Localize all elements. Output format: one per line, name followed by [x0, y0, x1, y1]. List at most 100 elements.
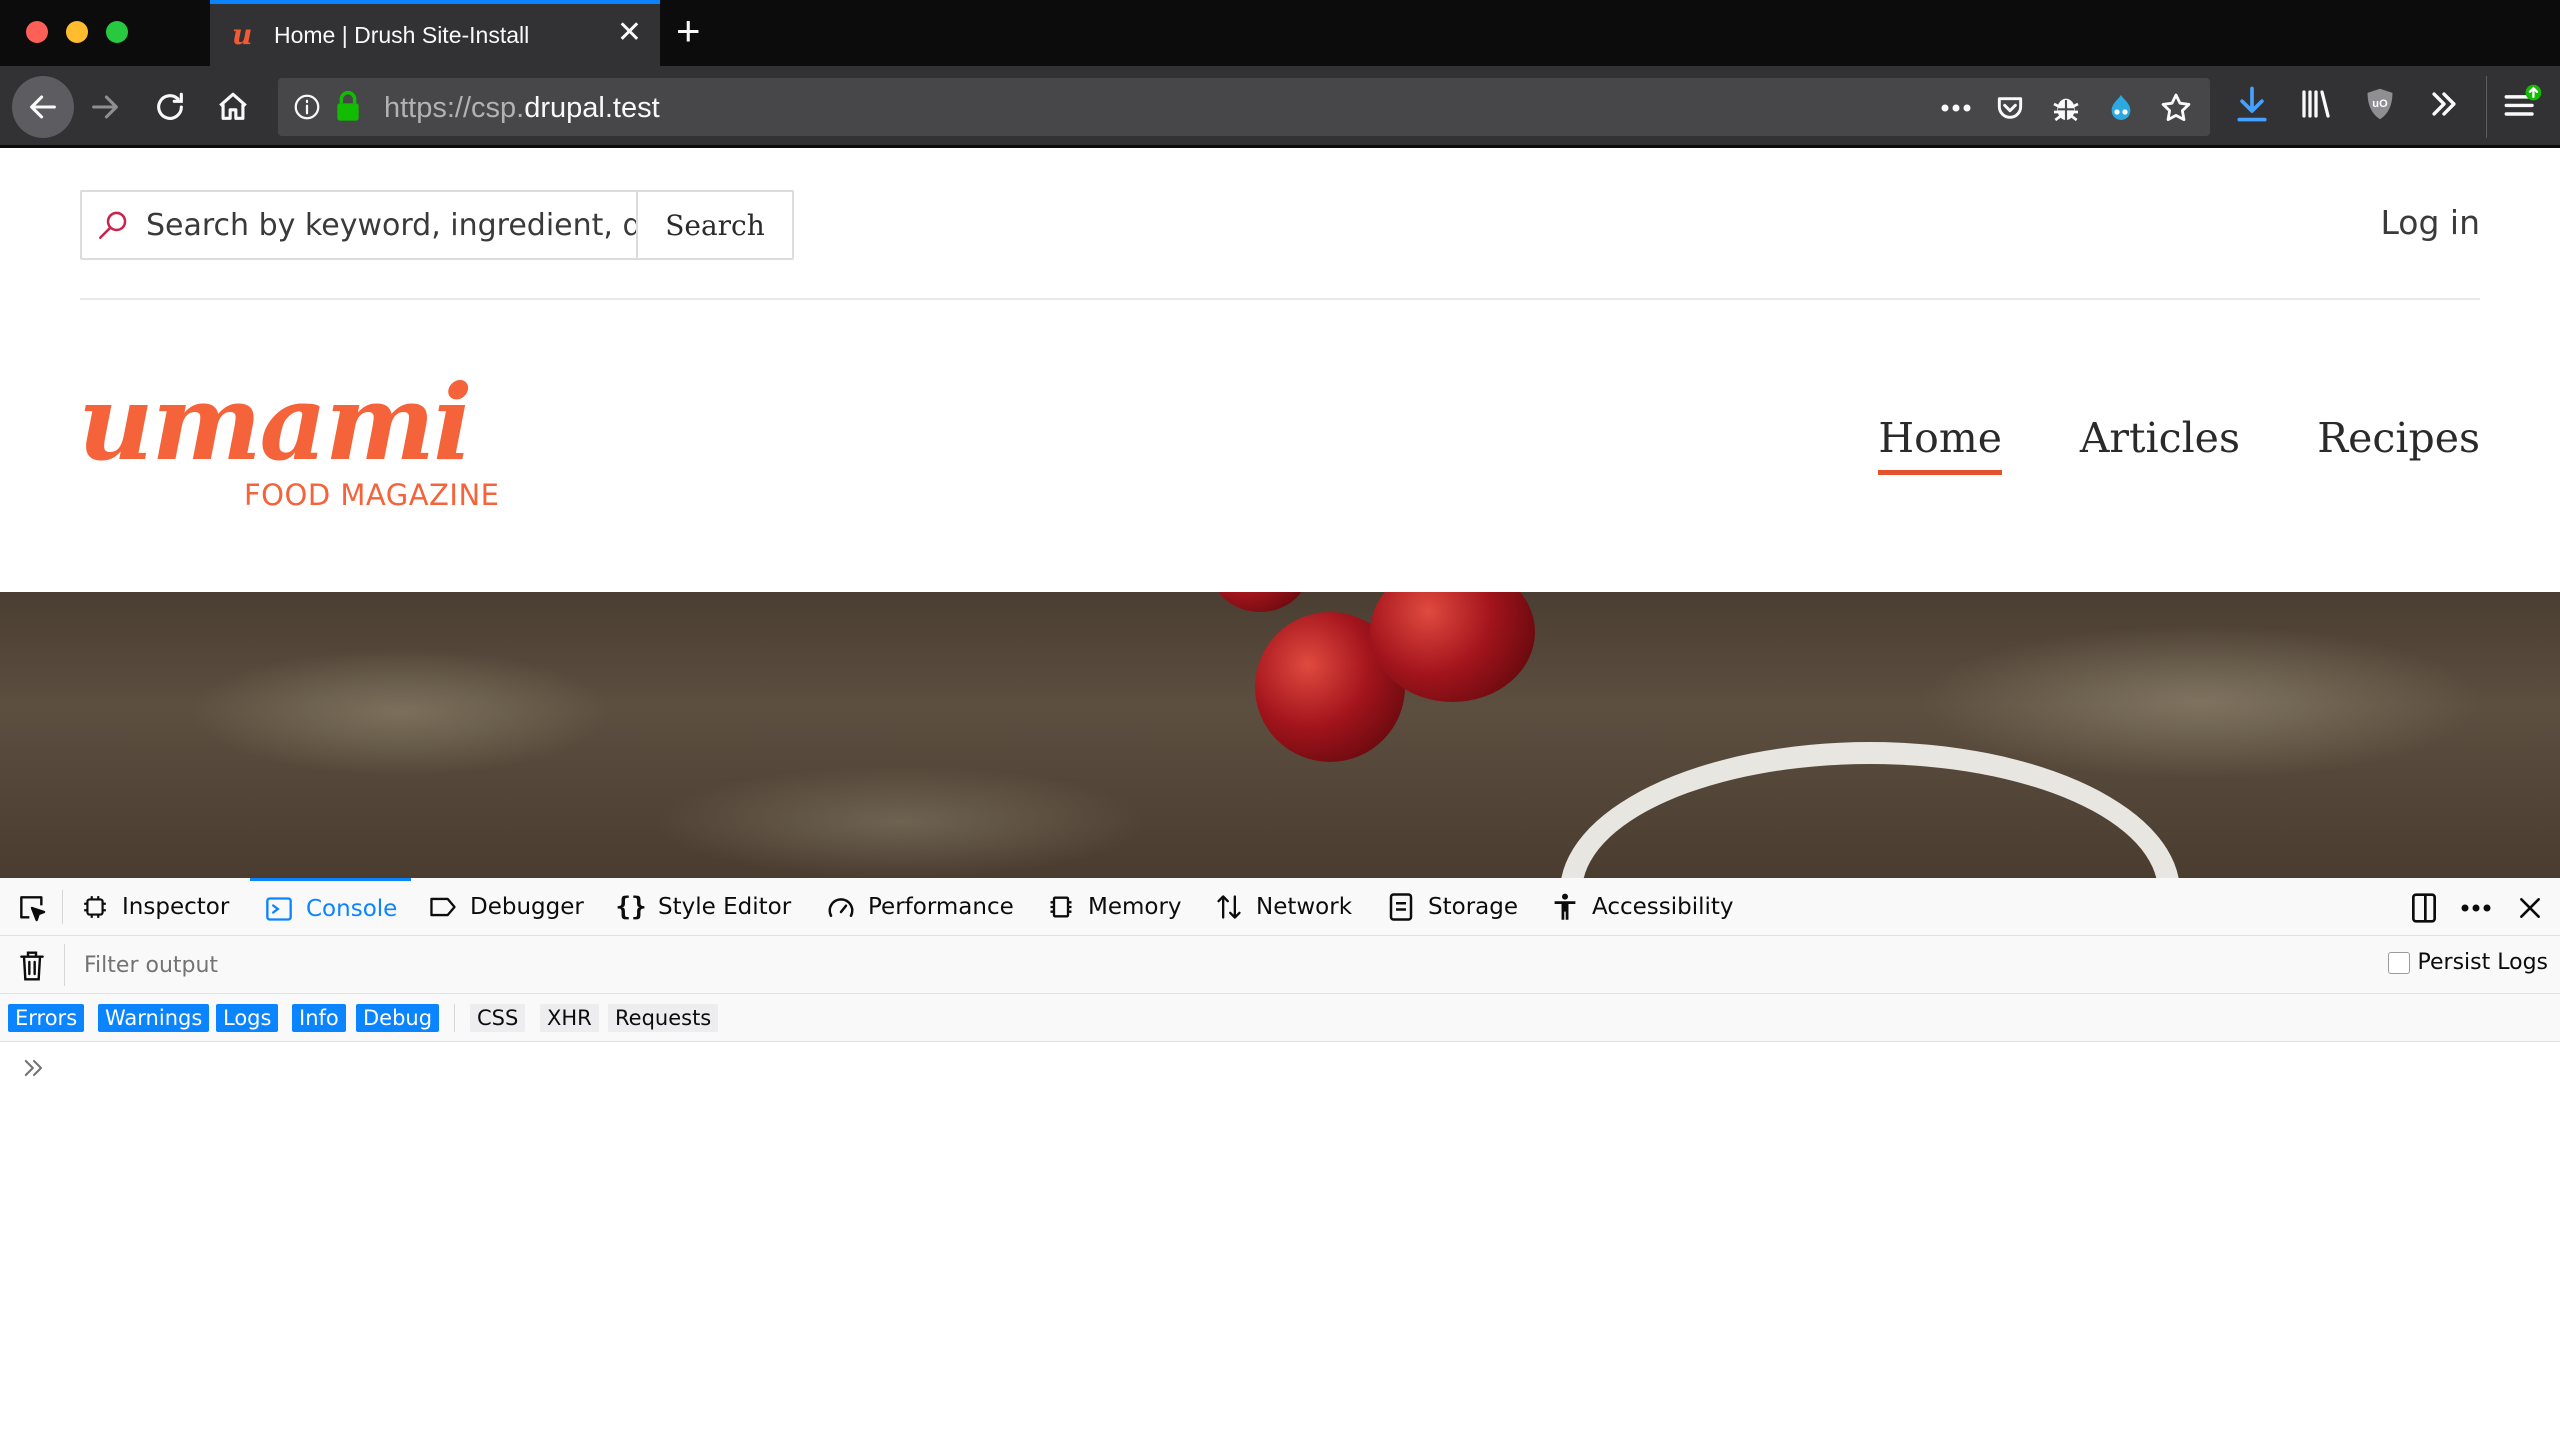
style-editor-icon: {} [615, 892, 647, 922]
performance-icon [826, 892, 856, 922]
filter-logs-button[interactable]: Logs [216, 1004, 279, 1032]
filter-requests-button[interactable]: Requests [608, 1004, 719, 1032]
search-input[interactable] [146, 192, 636, 258]
bowl [1560, 742, 2180, 878]
site-info-icon[interactable] [292, 92, 322, 127]
dock-side-icon[interactable] [2406, 890, 2442, 926]
tab-label: Style Editor [658, 894, 792, 920]
site-search-form: Search [80, 190, 794, 260]
element-picker-icon[interactable] [14, 890, 50, 926]
close-window-button[interactable] [26, 21, 48, 43]
storage-icon [1386, 892, 1416, 922]
library-icon[interactable] [2296, 84, 2336, 124]
tab-title: Home | Drush Site-Install [274, 22, 530, 48]
filter-xhr-button[interactable]: XHR [540, 1004, 599, 1032]
header-divider [80, 298, 2480, 300]
persist-logs-checkbox[interactable] [2387, 951, 2410, 974]
tab-style-editor[interactable]: {} Style Editor [615, 878, 792, 936]
page-actions-icon[interactable] [1938, 90, 1974, 126]
search-button[interactable]: Search [636, 192, 792, 258]
toolbar-separator [2486, 76, 2487, 138]
tab-console[interactable]: Console [250, 878, 412, 936]
filter-warnings-button[interactable]: Warnings [98, 1004, 210, 1032]
site-logo[interactable]: umami FOOD MAGAZINE [78, 361, 499, 513]
zoom-window-button[interactable] [106, 21, 128, 43]
extension-bug-icon[interactable] [2048, 90, 2084, 126]
persist-logs-label: Persist Logs [2417, 950, 2548, 975]
downloads-icon[interactable] [2232, 84, 2272, 124]
nav-link-articles[interactable]: Articles [2080, 410, 2240, 466]
console-filter-bar: Persist Logs [0, 936, 2560, 994]
tab-network[interactable]: Network [1214, 878, 1352, 936]
tab-memory[interactable]: Memory [1046, 878, 1182, 936]
devtools-toolbar: Inspector Console Debugger {} Style Edit… [0, 878, 2560, 936]
hero-banner-image [0, 592, 2560, 878]
logo-wordmark: umami [78, 361, 473, 484]
network-icon [1214, 892, 1244, 922]
search-icon [96, 208, 130, 247]
reload-icon [157, 92, 183, 120]
ublock-shield-icon[interactable]: uO [2360, 84, 2400, 124]
tab-label: Debugger [470, 894, 584, 920]
minimize-window-button[interactable] [66, 21, 88, 43]
tab-label: Inspector [122, 894, 230, 920]
site-favicon-icon: u [232, 18, 253, 51]
tab-label: Memory [1088, 894, 1182, 920]
new-tab-icon[interactable]: + [676, 10, 701, 52]
more-options-icon[interactable] [2458, 890, 2494, 926]
web-page: Search Log in umami FOOD MAGAZINE Home A… [0, 148, 2560, 878]
accessibility-icon [1550, 892, 1580, 922]
svg-text:uO: uO [2372, 98, 2388, 110]
home-button[interactable] [206, 80, 260, 134]
console-level-filters: Errors Warnings Logs Info Debug CSS XHR … [0, 994, 2560, 1042]
filter-errors-button[interactable]: Errors [8, 1004, 85, 1032]
login-link[interactable]: Log in [2380, 203, 2480, 242]
browser-tab-active[interactable]: u Home | Drush Site-Install ✕ [210, 0, 660, 66]
filter-separator [454, 1004, 455, 1032]
browser-navigation-bar: https://csp.drupal.test uO [0, 66, 2560, 148]
inspector-icon [80, 892, 110, 922]
overflow-chevrons-icon[interactable] [2424, 84, 2464, 124]
forward-button[interactable] [78, 80, 132, 134]
drupal-extension-icon[interactable] [2103, 90, 2139, 126]
tab-accessibility[interactable]: Accessibility [1550, 878, 1734, 936]
trash-icon[interactable] [18, 950, 46, 987]
devtools-panel: Inspector Console Debugger {} Style Edit… [0, 878, 2560, 1440]
back-arrow-icon [30, 95, 56, 119]
tab-label: Storage [1428, 894, 1518, 920]
filter-css-button[interactable]: CSS [470, 1004, 526, 1032]
nav-link-recipes[interactable]: Recipes [2317, 410, 2480, 466]
url-text[interactable]: https://csp.drupal.test [384, 92, 660, 125]
memory-icon [1046, 892, 1076, 922]
nav-link-home[interactable]: Home [1878, 410, 2002, 475]
back-button[interactable] [12, 76, 74, 138]
tab-label: Accessibility [1592, 894, 1734, 920]
home-icon [219, 92, 247, 120]
toolbar-separator [62, 890, 63, 924]
logo-tagline: FOOD MAGAZINE [244, 478, 500, 512]
tab-label: Performance [868, 894, 1014, 920]
tab-performance[interactable]: Performance [826, 878, 1014, 936]
app-menu-icon[interactable] [2502, 84, 2542, 124]
console-input-prompt[interactable] [20, 1054, 48, 1087]
filter-output-input[interactable] [84, 944, 1884, 986]
console-icon [264, 894, 294, 924]
filter-debug-button[interactable]: Debug [356, 1004, 440, 1032]
filter-info-button[interactable]: Info [292, 1004, 346, 1032]
tab-label: Network [1256, 894, 1353, 920]
persist-logs-toggle[interactable]: Persist Logs [2387, 950, 2548, 975]
filter-separator [64, 944, 65, 986]
url-bar[interactable]: https://csp.drupal.test [278, 78, 2210, 136]
tab-debugger[interactable]: Debugger [428, 878, 584, 936]
close-devtools-icon[interactable] [2512, 890, 2548, 926]
pocket-icon[interactable] [1992, 90, 2028, 126]
tab-inspector[interactable]: Inspector [80, 878, 229, 936]
forward-arrow-icon [92, 95, 118, 119]
reload-button[interactable] [143, 80, 197, 134]
close-tab-icon[interactable]: ✕ [617, 18, 642, 48]
tab-storage[interactable]: Storage [1386, 878, 1518, 936]
tomato [1210, 592, 1310, 612]
bookmark-star-icon[interactable] [2158, 90, 2194, 126]
browser-tab-bar: u Home | Drush Site-Install ✕ + [0, 0, 2560, 66]
secure-lock-icon[interactable] [334, 90, 362, 127]
